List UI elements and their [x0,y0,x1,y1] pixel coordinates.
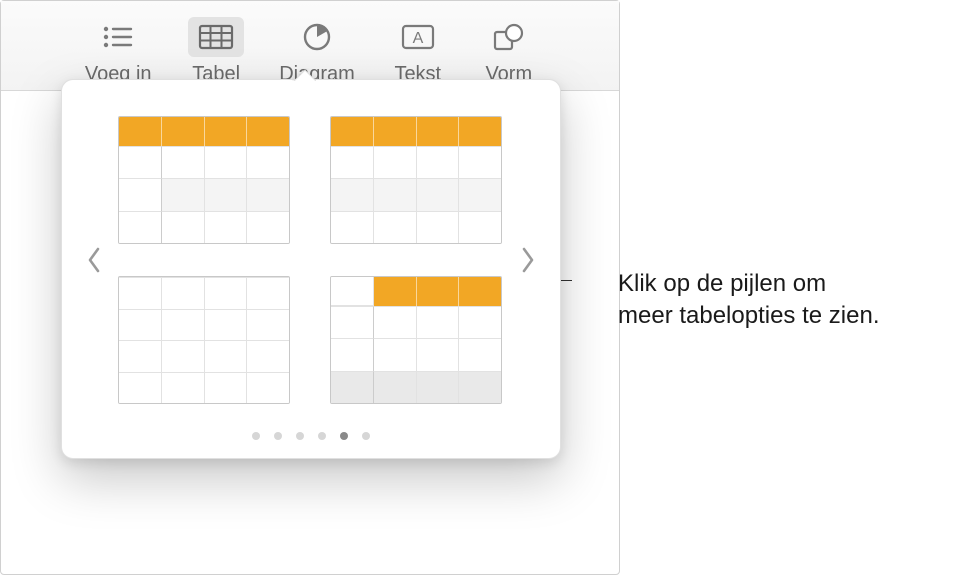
toolbar-item-text[interactable]: A Tekst [383,17,453,86]
toolbar-item-insert[interactable]: Voeg in [83,17,153,86]
table-styles-popover [61,79,561,459]
next-arrow[interactable] [516,240,540,280]
table-style-header-alt[interactable] [330,116,502,244]
list-icon [90,17,146,57]
toolbar-item-shape[interactable]: Vorm [481,17,537,86]
chart-icon [289,17,345,57]
textbox-icon: A [390,17,446,57]
page-dot[interactable] [252,432,260,440]
popover-caret [292,68,316,81]
page-dot[interactable] [340,432,348,440]
page-dot[interactable] [362,432,370,440]
shape-icon [481,17,537,57]
page-dot[interactable] [274,432,282,440]
table-style-grid [118,116,504,404]
callout: Klik op de pijlen om meer tabelopties te… [618,268,879,333]
app-window: Voeg in Tabel Diagram [0,0,620,575]
toolbar-item-chart[interactable]: Diagram [279,17,355,86]
page-dot[interactable] [296,432,304,440]
prev-arrow[interactable] [82,240,106,280]
callout-text: Klik op de pijlen om meer tabelopties te… [582,268,879,333]
table-icon [188,17,244,57]
table-style-plain-grid[interactable] [118,276,290,404]
svg-text:A: A [412,30,423,47]
table-style-header-leftcol-footer[interactable] [330,276,502,404]
page-dot[interactable] [318,432,326,440]
toolbar-item-table[interactable]: Tabel [181,17,251,86]
table-style-header-leftcol-alt[interactable] [118,116,290,244]
page-dots [82,432,540,440]
